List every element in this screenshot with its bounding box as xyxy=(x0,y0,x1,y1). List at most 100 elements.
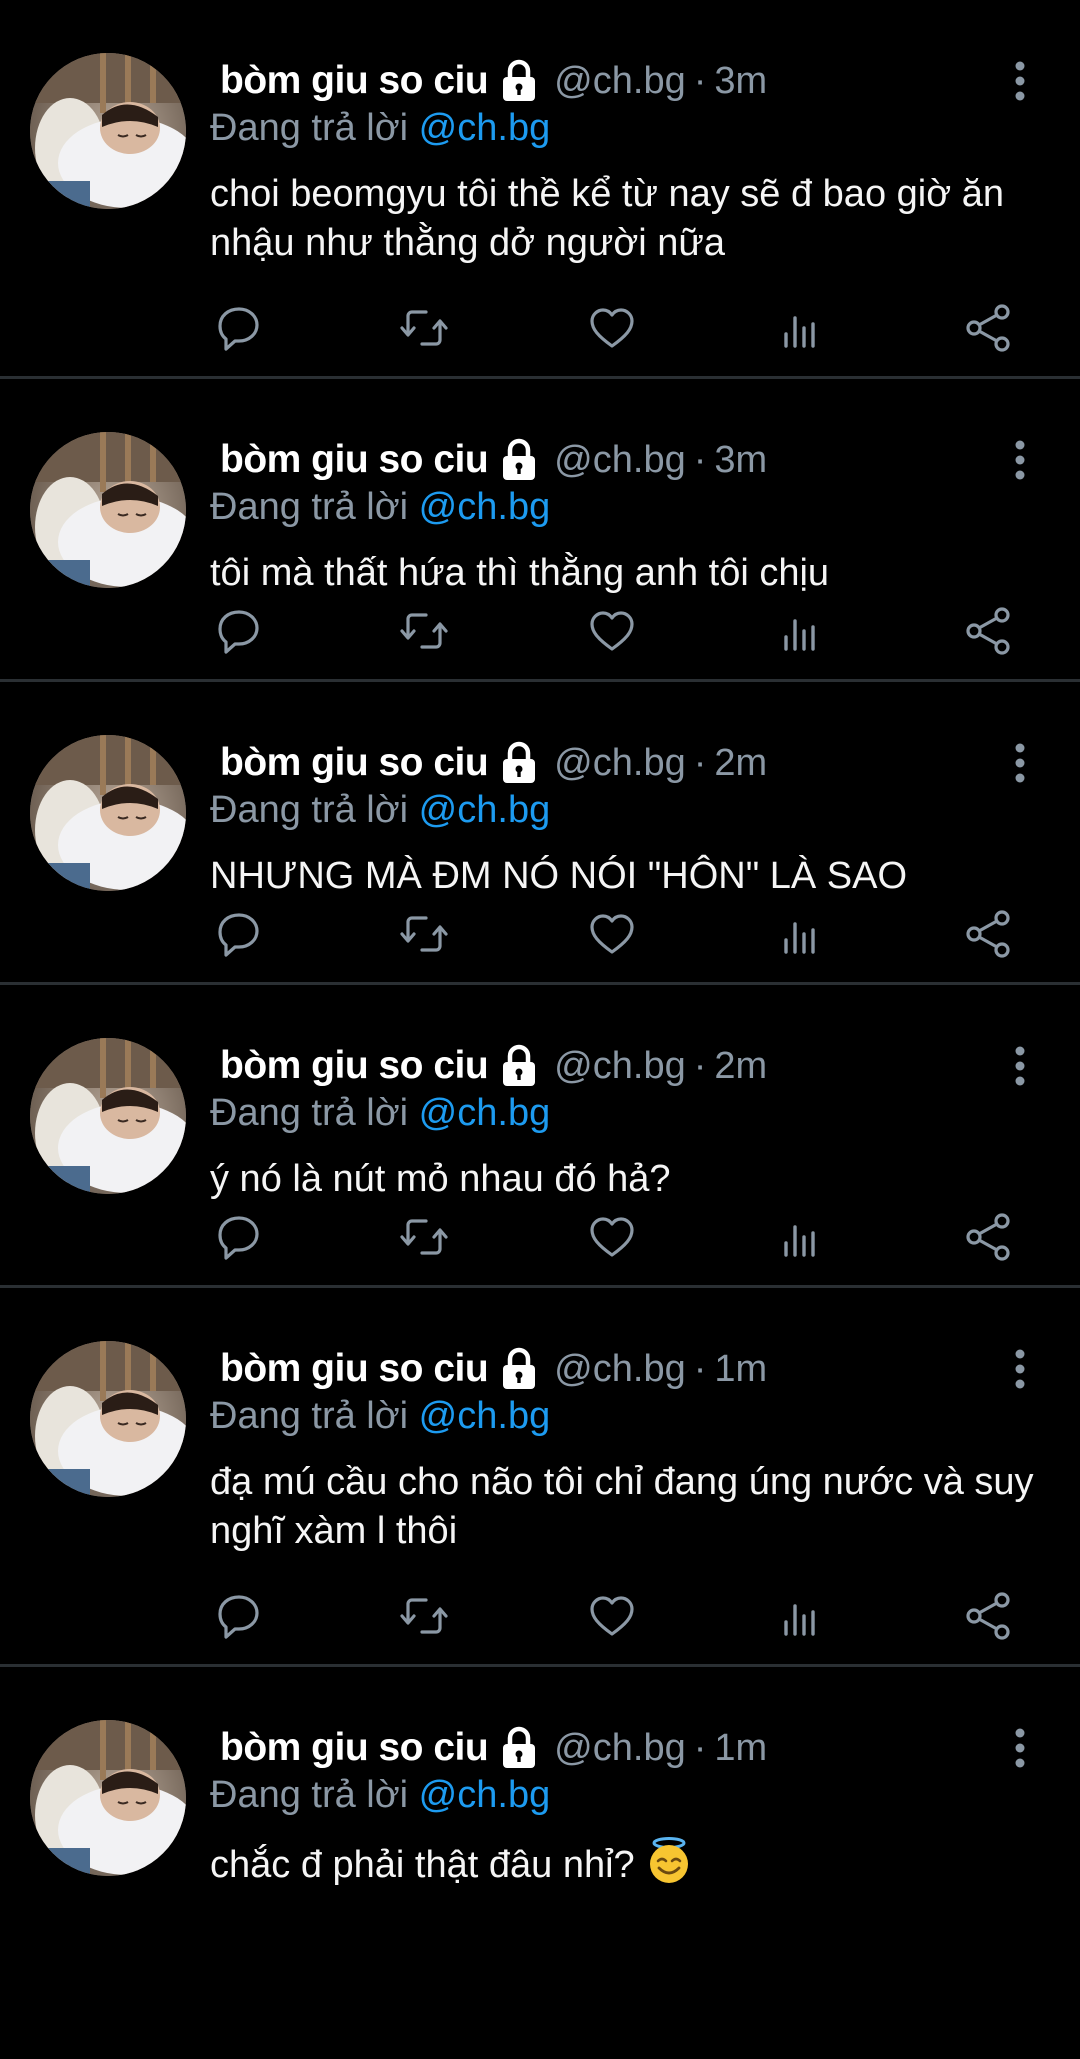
more-vertical-icon[interactable] xyxy=(1010,1045,1030,1087)
share-icon[interactable] xyxy=(960,906,1016,962)
tweet[interactable]: bòm giu so ciu @ch.bg · 3m Đang trả lời … xyxy=(0,0,1080,379)
display-name[interactable]: bòm giu so ciu xyxy=(220,1044,489,1088)
timestamp[interactable]: 2m xyxy=(714,742,767,785)
more-vertical-icon[interactable] xyxy=(1010,1727,1030,1769)
heart-icon[interactable] xyxy=(584,300,640,356)
tweet-text: đạ mú cầu cho não tôi chỉ đang úng nước … xyxy=(210,1461,1034,1552)
display-name[interactable]: bòm giu so ciu xyxy=(220,59,489,103)
lock-icon xyxy=(498,1726,540,1770)
avatar[interactable] xyxy=(30,53,186,209)
share-icon[interactable] xyxy=(960,300,1016,356)
replying-to-label: Đang trả lời xyxy=(210,1395,409,1437)
tweet-header: bòm giu so ciu @ch.bg · 3m xyxy=(220,435,767,485)
replying-to-label: Đang trả lời xyxy=(210,1092,409,1134)
share-icon[interactable] xyxy=(960,1588,1016,1644)
lock-icon xyxy=(498,1044,540,1088)
tweet-actions xyxy=(210,300,1020,356)
tweet-text: choi beomgyu tôi thề kể từ nay sẽ đ bao … xyxy=(210,173,1004,264)
tweet-actions xyxy=(210,1588,1020,1644)
replying-to: Đang trả lời @ch.bg xyxy=(210,486,550,529)
timestamp[interactable]: 1m xyxy=(714,1727,767,1770)
replying-to-handle[interactable]: @ch.bg xyxy=(419,1092,551,1134)
views-icon[interactable] xyxy=(772,906,828,962)
display-name[interactable]: bòm giu so ciu xyxy=(220,1726,489,1770)
more-vertical-icon[interactable] xyxy=(1010,1348,1030,1390)
retweet-icon[interactable] xyxy=(396,906,452,962)
replying-to-handle[interactable]: @ch.bg xyxy=(419,789,551,831)
reply-icon[interactable] xyxy=(210,603,266,659)
heart-icon[interactable] xyxy=(584,1209,640,1265)
replying-to-label: Đang trả lời xyxy=(210,1774,409,1816)
avatar[interactable] xyxy=(30,432,186,588)
tweet[interactable]: bòm giu so ciu @ch.bg · 1m Đang trả lời … xyxy=(0,1667,1080,2059)
display-name[interactable]: bòm giu so ciu xyxy=(220,438,489,482)
username[interactable]: @ch.bg xyxy=(554,439,686,482)
replying-to-handle[interactable]: @ch.bg xyxy=(419,1395,551,1437)
tweet-header: bòm giu so ciu @ch.bg · 3m xyxy=(220,56,767,106)
replying-to: Đang trả lời @ch.bg xyxy=(210,1395,550,1438)
timestamp[interactable]: 2m xyxy=(714,1045,767,1088)
tweet[interactable]: bòm giu so ciu @ch.bg · 1m Đang trả lời … xyxy=(0,1288,1080,1667)
timestamp[interactable]: 3m xyxy=(714,439,767,482)
reply-icon[interactable] xyxy=(210,300,266,356)
tweet-header: bòm giu so ciu @ch.bg · 1m xyxy=(220,1344,767,1394)
views-icon[interactable] xyxy=(772,1588,828,1644)
reply-icon[interactable] xyxy=(210,906,266,962)
avatar[interactable] xyxy=(30,1341,186,1497)
retweet-icon[interactable] xyxy=(396,1209,452,1265)
tweet-text-content: chắc đ phải thật đâu nhỉ? xyxy=(210,1844,635,1886)
username[interactable]: @ch.bg xyxy=(554,742,686,785)
reply-icon[interactable] xyxy=(210,1588,266,1644)
timestamp[interactable]: 1m xyxy=(714,1348,767,1391)
replying-to-handle[interactable]: @ch.bg xyxy=(419,107,551,149)
retweet-icon[interactable] xyxy=(396,603,452,659)
display-name[interactable]: bòm giu so ciu xyxy=(220,741,489,785)
username[interactable]: @ch.bg xyxy=(554,1727,686,1770)
replying-to: Đang trả lời @ch.bg xyxy=(210,789,550,832)
lock-icon xyxy=(498,1347,540,1391)
tweet[interactable]: bòm giu so ciu @ch.bg · 3m Đang trả lời … xyxy=(0,379,1080,682)
separator: · xyxy=(693,741,707,784)
replying-to-handle[interactable]: @ch.bg xyxy=(419,1774,551,1816)
username[interactable]: @ch.bg xyxy=(554,1348,686,1391)
lock-icon xyxy=(498,741,540,785)
replying-to-handle[interactable]: @ch.bg xyxy=(419,486,551,528)
tweet-text: tôi mà thất hứa thì thằng anh tôi chịu xyxy=(210,552,830,594)
share-icon[interactable] xyxy=(960,603,1016,659)
lock-icon xyxy=(498,59,540,103)
tweet-text: ý nó là nút mỏ nhau đó hả? xyxy=(210,1158,671,1200)
tweet-text: NHƯNG MÀ ĐM NÓ NÓI "HÔN" LÀ SAO xyxy=(210,855,908,897)
heart-icon[interactable] xyxy=(584,906,640,962)
tweet-header: bòm giu so ciu @ch.bg · 2m xyxy=(220,1041,767,1091)
lock-icon xyxy=(498,438,540,482)
views-icon[interactable] xyxy=(772,300,828,356)
replying-to-label: Đang trả lời xyxy=(210,486,409,528)
views-icon[interactable] xyxy=(772,603,828,659)
tweet-header: bòm giu so ciu @ch.bg · 1m xyxy=(220,1723,767,1773)
tweet-actions xyxy=(210,603,1020,659)
tweet-header: bòm giu so ciu @ch.bg · 2m xyxy=(220,738,767,788)
tweet-actions xyxy=(210,1209,1020,1265)
tweet-text: chắc đ phải thật đâu nhỉ? xyxy=(210,1837,1050,1890)
more-vertical-icon[interactable] xyxy=(1010,742,1030,784)
heart-icon[interactable] xyxy=(584,603,640,659)
avatar[interactable] xyxy=(30,1038,186,1194)
username[interactable]: @ch.bg xyxy=(554,1045,686,1088)
display-name[interactable]: bòm giu so ciu xyxy=(220,1347,489,1391)
more-vertical-icon[interactable] xyxy=(1010,60,1030,102)
timestamp[interactable]: 3m xyxy=(714,60,767,103)
tweet-actions xyxy=(210,906,1020,962)
tweet[interactable]: bòm giu so ciu @ch.bg · 2m Đang trả lời … xyxy=(0,682,1080,985)
avatar[interactable] xyxy=(30,1720,186,1876)
retweet-icon[interactable] xyxy=(396,300,452,356)
reply-icon[interactable] xyxy=(210,1209,266,1265)
separator: · xyxy=(693,1044,707,1087)
views-icon[interactable] xyxy=(772,1209,828,1265)
avatar[interactable] xyxy=(30,735,186,891)
retweet-icon[interactable] xyxy=(396,1588,452,1644)
more-vertical-icon[interactable] xyxy=(1010,439,1030,481)
share-icon[interactable] xyxy=(960,1209,1016,1265)
tweet[interactable]: bòm giu so ciu @ch.bg · 2m Đang trả lời … xyxy=(0,985,1080,1288)
username[interactable]: @ch.bg xyxy=(554,60,686,103)
heart-icon[interactable] xyxy=(584,1588,640,1644)
